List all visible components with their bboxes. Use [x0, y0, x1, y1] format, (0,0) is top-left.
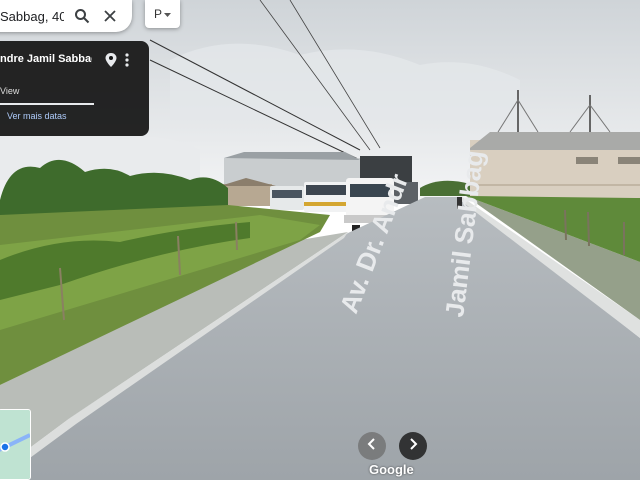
card-divider — [0, 103, 94, 105]
chevron-right-icon — [408, 437, 418, 455]
close-icon[interactable] — [96, 2, 124, 30]
search-icon[interactable] — [68, 2, 96, 30]
previous-button[interactable] — [358, 432, 386, 460]
more-dates-link[interactable]: Ver mais datas — [7, 111, 67, 121]
next-button[interactable] — [399, 432, 427, 460]
view-label: View — [0, 86, 20, 96]
search-input[interactable]: Sabbag, 401 — [0, 9, 64, 24]
more-vert-icon[interactable] — [122, 51, 132, 69]
card-title: ndre Jamil Sabbag — [0, 53, 92, 65]
search-bar[interactable]: Sabbag, 401 — [0, 0, 132, 32]
google-logo: Google — [369, 462, 414, 477]
minimap[interactable] — [0, 409, 31, 480]
chevron-left-icon — [367, 437, 377, 455]
pin-icon[interactable] — [104, 52, 118, 68]
location-info-card: ndre Jamil Sabbag View Ver mais datas — [0, 41, 149, 136]
pegman-icon: P — [153, 7, 162, 21]
chevron-down-icon — [164, 7, 171, 21]
pegman-button[interactable]: P — [145, 0, 180, 28]
